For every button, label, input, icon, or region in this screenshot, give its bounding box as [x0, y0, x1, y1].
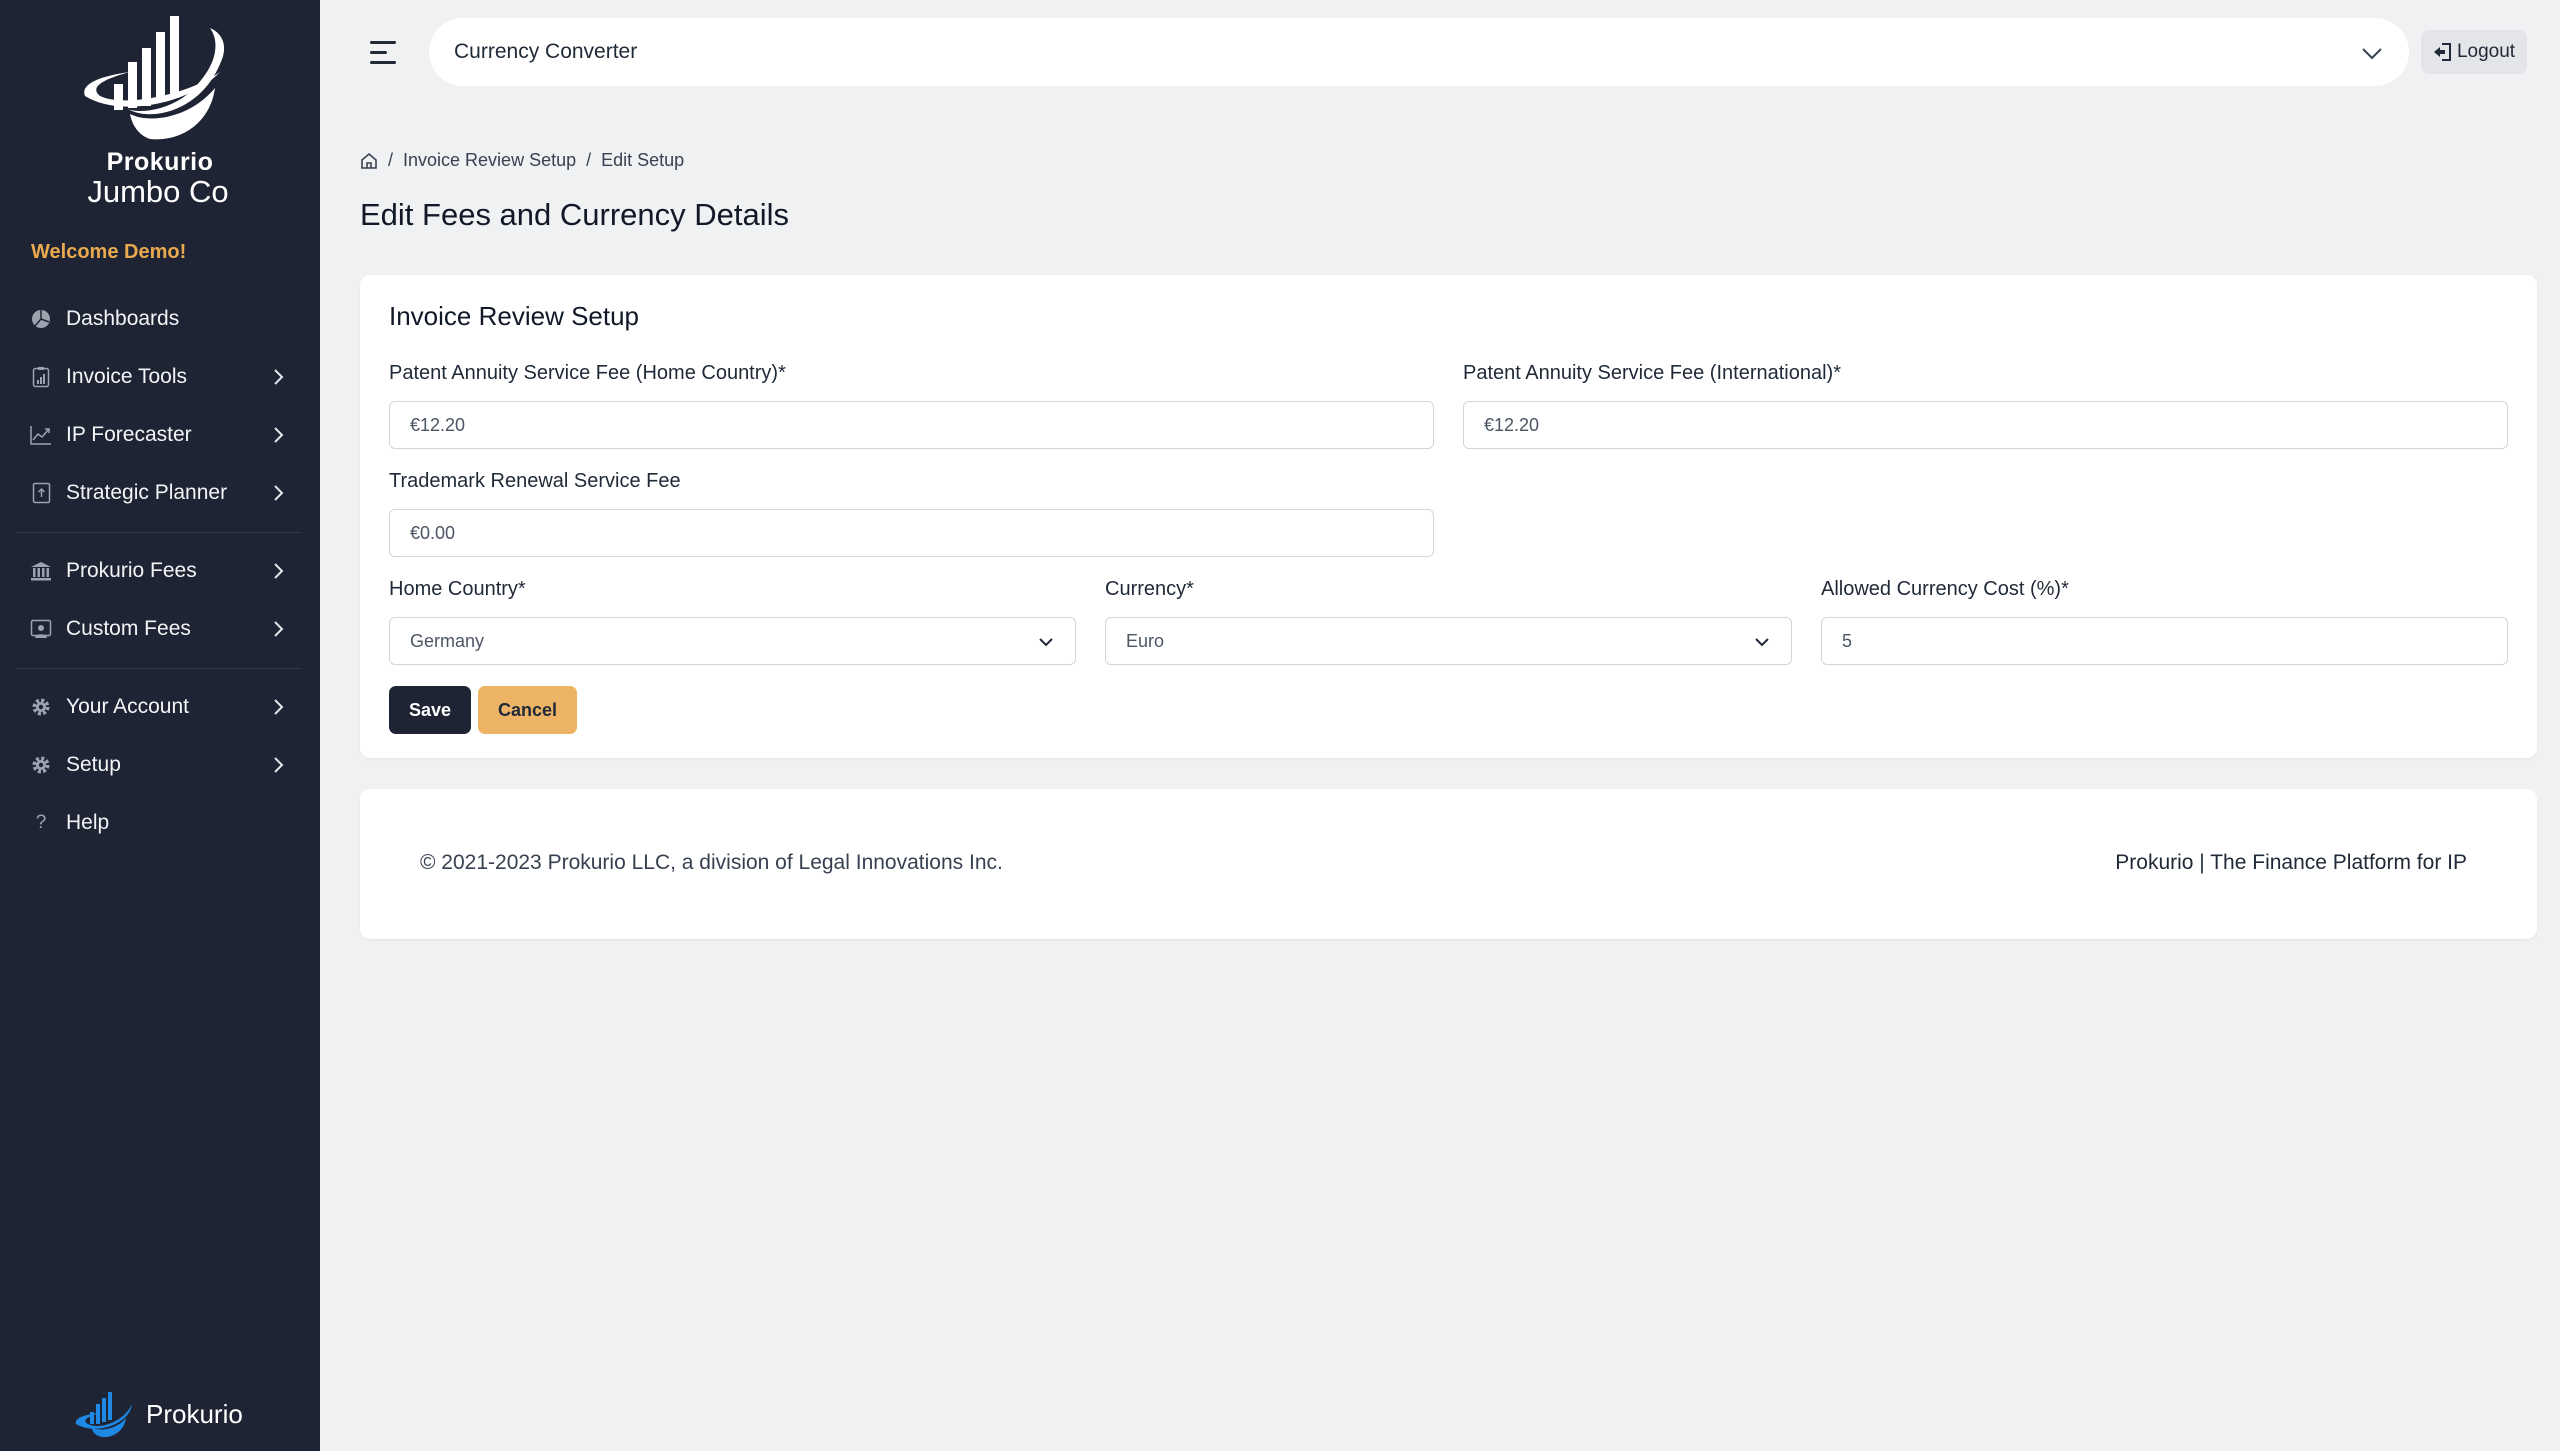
trademark-fee-label: Trademark Renewal Service Fee	[389, 470, 681, 492]
page-title: Edit Fees and Currency Details	[360, 197, 790, 232]
bank-icon	[30, 560, 52, 582]
breadcrumb-current: Edit Setup	[601, 150, 685, 170]
sidebar-item-your-account[interactable]: Your Account	[0, 678, 320, 736]
currency-label: Currency*	[1105, 578, 1194, 600]
presentation-user-icon	[30, 618, 52, 640]
home-country-value: Germany	[410, 630, 485, 651]
home-icon[interactable]	[360, 152, 378, 170]
sidebar-item-prokurio-fees[interactable]: Prokurio Fees	[0, 542, 320, 600]
copyright-text: © 2021-2023 Prokurio LLC, a division of …	[420, 851, 1003, 874]
app-selector-dropdown[interactable]: Currency Converter	[429, 18, 2409, 86]
clipboard-chart-icon	[30, 366, 52, 388]
logout-label: Logout	[2456, 41, 2516, 62]
sidebar-item-label: Prokurio Fees	[66, 559, 197, 582]
trademark-fee-input[interactable]: €0.00	[389, 509, 1434, 557]
chevron-right-icon	[274, 699, 284, 715]
save-button[interactable]: Save	[389, 686, 471, 734]
chevron-right-icon	[274, 621, 284, 637]
nav-divider	[0, 522, 320, 542]
chevron-right-icon	[274, 427, 284, 443]
chevron-down-icon	[1755, 638, 1769, 647]
breadcrumb-separator: /	[388, 150, 394, 170]
planner-upload-icon	[30, 482, 52, 504]
sidebar-item-custom-fees[interactable]: Custom Fees	[0, 600, 320, 658]
logout-button[interactable]: Logout	[2421, 30, 2527, 74]
company-logo	[84, 16, 225, 140]
breadcrumb: / Invoice Review Setup / Edit Setup	[360, 150, 684, 171]
welcome-message: Welcome Demo!	[31, 241, 187, 263]
breadcrumb-invoice-review-setup[interactable]: Invoice Review Setup	[403, 150, 576, 171]
logout-icon	[2433, 43, 2451, 61]
prokurio-logo-icon	[75, 1392, 132, 1438]
chevron-right-icon	[274, 485, 284, 501]
menu-toggle-icon[interactable]	[368, 38, 398, 68]
patent-intl-fee-input[interactable]: €12.20	[1463, 401, 2508, 449]
currency-select[interactable]: Euro	[1105, 617, 1792, 665]
sidebar-item-label: Help	[66, 811, 110, 834]
chevron-down-icon	[2362, 48, 2382, 60]
app-selector-value: Currency Converter	[454, 40, 638, 63]
sidebar-item-label: IP Forecaster	[66, 423, 192, 446]
chevron-right-icon	[274, 563, 284, 579]
sidebar-item-help[interactable]: ? Help	[0, 794, 320, 852]
breadcrumb-separator: /	[586, 150, 592, 170]
patent-intl-fee-label: Patent Annuity Service Fee (Internationa…	[1463, 362, 1841, 384]
trend-chart-icon	[30, 424, 52, 446]
sidebar-item-invoice-tools[interactable]: Invoice Tools	[0, 348, 320, 406]
sidebar: Prokurio Jumbo Co Welcome Demo! Dashboar…	[0, 0, 320, 1451]
cancel-button[interactable]: Cancel	[478, 686, 577, 734]
patent-home-fee-label: Patent Annuity Service Fee (Home Country…	[389, 362, 786, 384]
tagline-text: Prokurio | The Finance Platform for IP	[2115, 851, 2467, 874]
chevron-down-icon	[1039, 638, 1053, 647]
sidebar-item-label: Strategic Planner	[66, 481, 228, 504]
page-footer: © 2021-2023 Prokurio LLC, a division of …	[360, 789, 2537, 939]
currency-cost-label: Allowed Currency Cost (%)*	[1821, 578, 2069, 600]
company-name: Jumbo Co	[87, 174, 229, 209]
card-title: Invoice Review Setup	[389, 301, 640, 331]
chevron-right-icon	[274, 369, 284, 385]
sidebar-item-label: Your Account	[66, 695, 189, 718]
sidebar-item-label: Setup	[66, 753, 121, 776]
currency-cost-input[interactable]: 5	[1821, 617, 2508, 665]
sidebar-item-ip-forecaster[interactable]: IP Forecaster	[0, 406, 320, 464]
nav-divider	[0, 658, 320, 678]
gear-icon	[30, 754, 52, 776]
gear-icon	[30, 696, 52, 718]
currency-value: Euro	[1126, 630, 1165, 651]
sidebar-item-dashboards[interactable]: Dashboards	[0, 290, 320, 348]
sidebar-item-label: Dashboards	[66, 307, 180, 330]
sidebar-item-label: Custom Fees	[66, 617, 191, 640]
sidebar-nav: Dashboards Invoice Tools IP Forecaster S…	[0, 290, 320, 852]
footer-brand: Prokurio	[72, 1390, 243, 1438]
footer-brand-name: Prokurio	[146, 1398, 243, 1429]
chevron-right-icon	[274, 757, 284, 773]
home-country-label: Home Country*	[389, 578, 526, 600]
invoice-review-setup-card: Invoice Review Setup Patent Annuity Serv…	[360, 275, 2537, 758]
question-icon: ?	[35, 812, 47, 833]
sidebar-item-setup[interactable]: Setup	[0, 736, 320, 794]
pie-chart-icon	[30, 308, 52, 330]
sidebar-item-strategic-planner[interactable]: Strategic Planner	[0, 464, 320, 522]
sidebar-item-label: Invoice Tools	[66, 365, 188, 388]
brand-name: Prokurio	[106, 148, 214, 176]
home-country-select[interactable]: Germany	[389, 617, 1076, 665]
patent-home-fee-input[interactable]: €12.20	[389, 401, 1434, 449]
